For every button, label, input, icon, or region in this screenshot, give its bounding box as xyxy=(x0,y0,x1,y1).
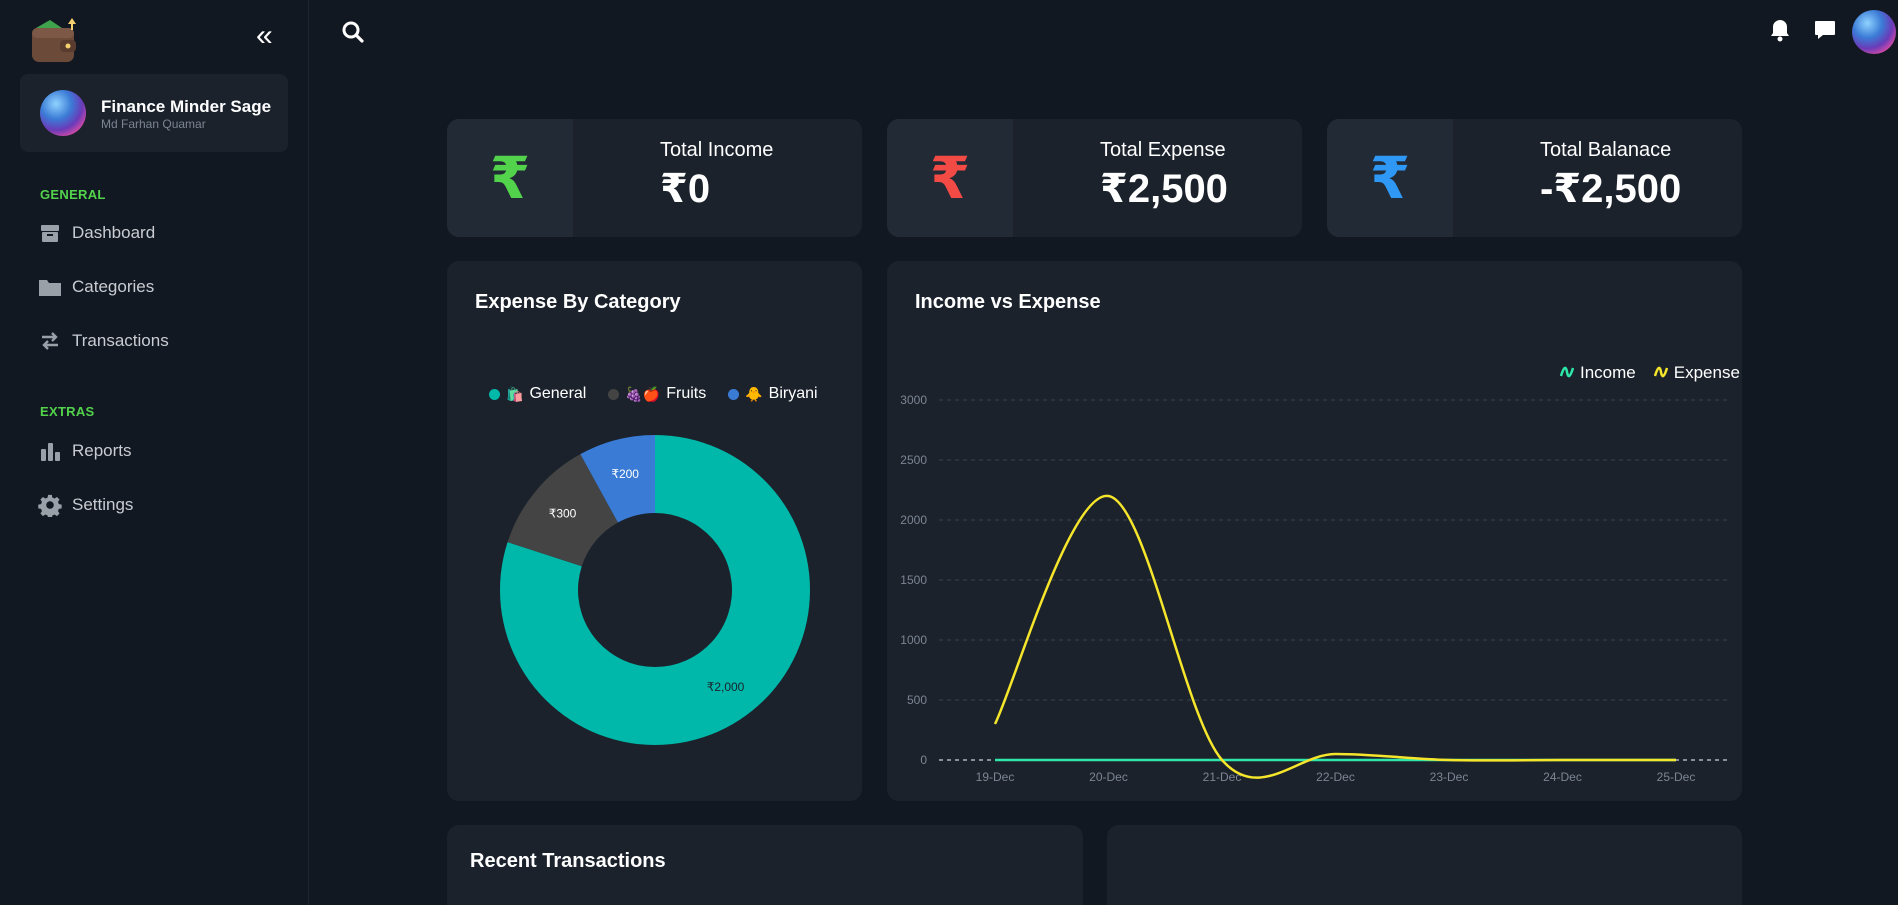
y-tick-label: 3000 xyxy=(900,393,927,407)
donut-chart: ₹2,000 ₹300 ₹200 xyxy=(500,435,810,745)
y-tick-label: 1000 xyxy=(900,633,927,647)
slice-data-label: ₹2,000 xyxy=(707,680,745,694)
y-tick-label: 500 xyxy=(907,693,927,707)
y-tick-label: 0 xyxy=(920,753,927,767)
expense-by-category-panel: Expense By Category 🛍️ General 🍇🍎 Fruits… xyxy=(447,261,862,801)
sidebar-item-label: Dashboard xyxy=(72,223,156,242)
folder-icon xyxy=(38,275,62,299)
stat-label: Total Balanace xyxy=(1540,139,1672,161)
sidebar-item-reports[interactable]: Reports xyxy=(38,436,132,466)
stat-value: ₹0 xyxy=(660,167,711,211)
collapse-sidebar-icon[interactable]: « xyxy=(256,21,282,51)
sidebar-item-label: Reports xyxy=(72,441,132,460)
stat-card-balance: ₹ Total Balanace -₹2,500 xyxy=(1327,119,1742,237)
profile-name: Finance Minder Sage xyxy=(101,97,272,116)
secondary-panel xyxy=(1107,825,1742,905)
slice-data-label: ₹300 xyxy=(549,507,577,521)
sidebar: « Finance Minder Sage Md Farhan Quamar G… xyxy=(0,0,309,905)
swap-arrows-icon xyxy=(38,329,62,353)
user-avatar[interactable] xyxy=(1852,10,1896,54)
chat-icon[interactable] xyxy=(1813,18,1837,42)
y-tick-label: 1500 xyxy=(900,573,927,587)
stat-value: -₹2,500 xyxy=(1540,167,1682,211)
stat-card-expense: ₹ Total Expense ₹2,500 xyxy=(887,119,1302,237)
x-tick-label: 22-Dec xyxy=(1316,770,1355,784)
bar-chart-icon xyxy=(38,439,62,463)
section-label-general: GENERAL xyxy=(40,187,106,202)
sidebar-item-settings[interactable]: Settings xyxy=(38,490,133,520)
gear-icon xyxy=(38,493,62,517)
bell-icon[interactable] xyxy=(1769,18,1793,42)
y-tick-label: 2000 xyxy=(900,513,927,527)
avatar xyxy=(40,90,86,136)
profile-username: Md Farhan Quamar xyxy=(101,117,206,131)
slice-data-label: ₹200 xyxy=(611,467,639,481)
recent-transactions-panel: Recent Transactions xyxy=(447,825,1083,905)
series-line-expense[interactable] xyxy=(993,494,1676,779)
sidebar-item-label: Transactions xyxy=(72,331,169,350)
y-tick-label: 2500 xyxy=(900,453,927,467)
stat-label: Total Expense xyxy=(1100,139,1226,161)
x-tick-label: 24-Dec xyxy=(1543,770,1582,784)
x-tick-label: 20-Dec xyxy=(1089,770,1128,784)
stat-card-income: ₹ Total Income ₹0 xyxy=(447,119,862,237)
profile-card[interactable]: Finance Minder Sage Md Farhan Quamar xyxy=(20,74,288,152)
section-label-extras: EXTRAS xyxy=(40,404,95,419)
x-tick-label: 25-Dec xyxy=(1657,770,1696,784)
sidebar-item-dashboard[interactable]: Dashboard xyxy=(38,218,155,248)
sidebar-item-categories[interactable]: Categories xyxy=(38,272,154,302)
sidebar-item-label: Settings xyxy=(72,495,134,514)
rupee-icon: ₹ xyxy=(887,119,1013,237)
x-tick-label: 19-Dec xyxy=(976,770,1015,784)
sidebar-item-label: Categories xyxy=(72,277,155,296)
box-icon xyxy=(38,221,62,245)
income-vs-expense-panel: Income vs Expense Income Expense 0 500 100… xyxy=(887,261,1742,801)
rupee-icon: ₹ xyxy=(1327,119,1453,237)
line-chart: 05001000150020002500300019-Dec 20-Dec 21-D… xyxy=(900,393,1727,784)
panel-title: Recent Transactions xyxy=(470,850,666,872)
stat-value: ₹2,500 xyxy=(1100,167,1228,211)
rupee-icon: ₹ xyxy=(447,119,573,237)
search-icon[interactable] xyxy=(341,20,365,44)
stat-label: Total Income xyxy=(660,139,774,161)
wallet-logo-icon xyxy=(30,14,82,66)
sidebar-item-transactions[interactable]: Transactions xyxy=(38,326,169,356)
x-tick-label: 23-Dec xyxy=(1430,770,1469,784)
